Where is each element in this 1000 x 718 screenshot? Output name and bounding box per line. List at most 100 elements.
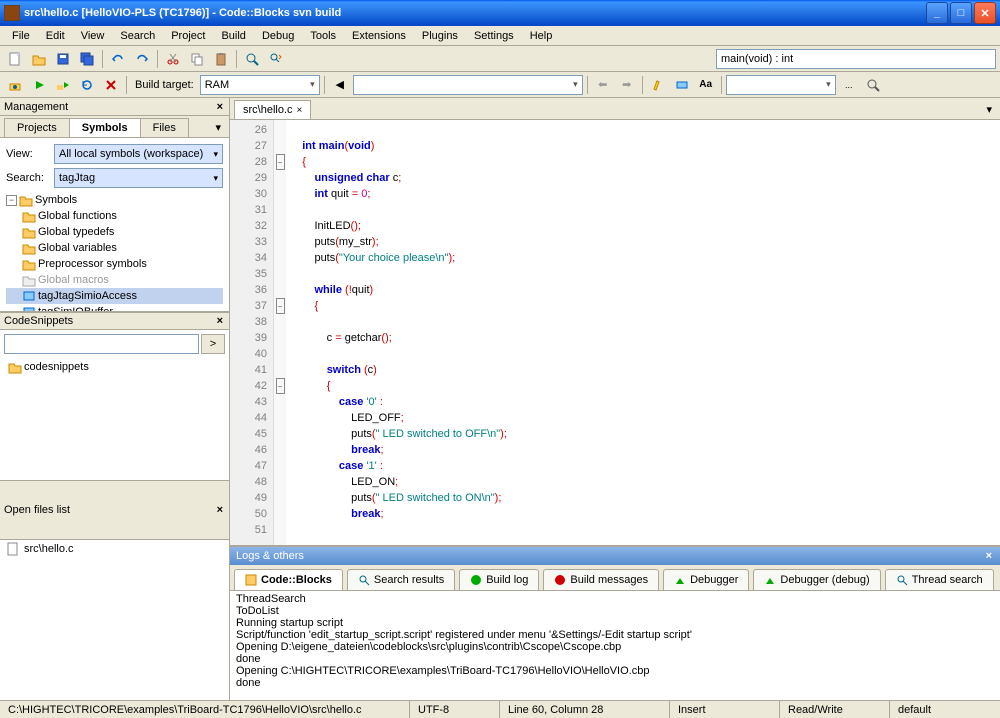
menu-project[interactable]: Project: [163, 28, 213, 44]
codesnippets-close-button[interactable]: ×: [215, 315, 225, 327]
management-title: Management: [4, 101, 215, 113]
copy-button[interactable]: [186, 48, 208, 70]
run-button[interactable]: [28, 74, 50, 96]
nav-forward-button[interactable]: ➡: [616, 74, 638, 96]
build-run-button[interactable]: [52, 74, 74, 96]
tagsimiobuffer-node[interactable]: tagSimIOBuffer: [6, 304, 223, 312]
symbol-hint-display[interactable]: [716, 49, 996, 69]
log-tab-debugger[interactable]: Debugger: [663, 569, 749, 590]
nav-dropdown[interactable]: [353, 75, 583, 95]
code-content[interactable]: int main(void) { unsigned char c; int qu…: [286, 120, 1000, 545]
editor-tab-close-button[interactable]: ×: [297, 105, 303, 116]
projects-tab[interactable]: Projects: [4, 118, 70, 137]
codesnippets-header: CodeSnippets ×: [0, 312, 229, 330]
save-all-button[interactable]: [76, 48, 98, 70]
tagjtagsimioacc-node[interactable]: tagJtagSimioAccess: [6, 288, 223, 304]
cut-button[interactable]: [162, 48, 184, 70]
symbol-search-input[interactable]: tagJtag: [54, 168, 223, 188]
menu-file[interactable]: File: [4, 28, 38, 44]
status-position: Line 60, Column 28: [500, 701, 670, 718]
case-button[interactable]: Aa: [695, 74, 717, 96]
symbol-folder[interactable]: Preprocessor symbols: [6, 256, 223, 272]
minimize-button[interactable]: _: [926, 2, 948, 24]
close-button[interactable]: ✕: [974, 2, 996, 24]
abort-button[interactable]: [100, 74, 122, 96]
logs-close-button[interactable]: ×: [984, 550, 994, 562]
view-label: View:: [6, 148, 50, 160]
log-tab-build-messages[interactable]: Build messages: [543, 569, 659, 590]
undo-button[interactable]: [107, 48, 129, 70]
fold-toggle[interactable]: −: [276, 298, 285, 314]
editor-tab-hello[interactable]: src\hello.c ×: [234, 100, 311, 119]
save-button[interactable]: [52, 48, 74, 70]
editor-tabs: src\hello.c × ▾: [230, 98, 1000, 120]
menu-extensions[interactable]: Extensions: [344, 28, 414, 44]
log-tab-build-log[interactable]: Build log: [459, 569, 539, 590]
management-tabs: Projects Symbols Files ▾: [0, 116, 229, 138]
status-insert: Insert: [670, 701, 780, 718]
fold-toggle[interactable]: −: [276, 154, 285, 170]
build-target-dropdown[interactable]: RAM: [200, 75, 320, 95]
open-button[interactable]: [28, 48, 50, 70]
editor-area: src\hello.c × ▾ 262728293031323334353637…: [230, 98, 1000, 700]
status-profile: default: [890, 701, 1000, 718]
log-tab-search-results[interactable]: Search results: [347, 569, 455, 590]
line-number-gutter: 2627282930313233343536373839404142434445…: [230, 120, 274, 545]
management-close-button[interactable]: ×: [215, 101, 225, 113]
logs-panel: Logs & others × Code::BlocksSearch resul…: [230, 545, 1000, 700]
paste-button[interactable]: [210, 48, 232, 70]
replace-button[interactable]: [265, 48, 287, 70]
log-tab-debugger-debug-[interactable]: Debugger (debug): [753, 569, 880, 590]
symbols-root-node[interactable]: − Symbols: [6, 192, 223, 208]
symbol-folder[interactable]: Global variables: [6, 240, 223, 256]
menu-plugins[interactable]: Plugins: [414, 28, 466, 44]
snippet-search-input[interactable]: [4, 334, 199, 354]
selection-button[interactable]: [671, 74, 693, 96]
maximize-button[interactable]: □: [950, 2, 972, 24]
rebuild-button[interactable]: [76, 74, 98, 96]
files-tab[interactable]: Files: [140, 118, 189, 137]
menu-debug[interactable]: Debug: [254, 28, 302, 44]
search-scope-dropdown[interactable]: [726, 75, 836, 95]
options-button[interactable]: ...: [838, 74, 860, 96]
build-button[interactable]: [4, 74, 26, 96]
view-dropdown[interactable]: All local symbols (workspace): [54, 144, 223, 164]
menu-settings[interactable]: Settings: [466, 28, 522, 44]
tab-overflow-button[interactable]: ▾: [211, 118, 225, 137]
log-tab-code-blocks[interactable]: Code::Blocks: [234, 569, 343, 590]
search-button[interactable]: [862, 74, 884, 96]
menu-view[interactable]: View: [73, 28, 113, 44]
highlight-button[interactable]: [647, 74, 669, 96]
openfiles-header: Open files list ×: [0, 480, 229, 540]
menu-help[interactable]: Help: [522, 28, 561, 44]
statusbar: C:\HIGHTEC\TRICORE\examples\TriBoard-TC1…: [0, 700, 1000, 718]
symbol-folder[interactable]: Global typedefs: [6, 224, 223, 240]
global-macros-node[interactable]: Global macros: [6, 272, 223, 288]
status-path: C:\HIGHTEC\TRICORE\examples\TriBoard-TC1…: [0, 701, 410, 718]
menu-search[interactable]: Search: [112, 28, 163, 44]
fold-toggle[interactable]: −: [276, 378, 285, 394]
open-file-item[interactable]: src\hello.c: [0, 540, 229, 558]
nav-back-button[interactable]: ⬅: [592, 74, 614, 96]
prev-button[interactable]: ◀: [329, 74, 351, 96]
status-rw: Read/Write: [780, 701, 890, 718]
build-target-label: Build target:: [131, 79, 198, 91]
editor-tab-overflow[interactable]: ▾: [982, 100, 996, 119]
menu-build[interactable]: Build: [213, 28, 253, 44]
log-tab-thread-search[interactable]: Thread search: [885, 569, 994, 590]
code-editor[interactable]: 2627282930313233343536373839404142434445…: [230, 120, 1000, 545]
find-button[interactable]: [241, 48, 263, 70]
openfiles-close-button[interactable]: ×: [215, 504, 225, 516]
symbol-folder[interactable]: Global functions: [6, 208, 223, 224]
window-titlebar: src\hello.c [HelloVIO-PLS (TC1796)] - Co…: [0, 0, 1000, 26]
logs-content[interactable]: ThreadSearchToDoListRunning startup scri…: [230, 591, 1000, 700]
menu-edit[interactable]: Edit: [38, 28, 73, 44]
logs-title: Logs & others ×: [230, 547, 1000, 565]
status-encoding: UTF-8: [410, 701, 500, 718]
symbols-tab[interactable]: Symbols: [69, 118, 141, 137]
redo-button[interactable]: [131, 48, 153, 70]
new-file-button[interactable]: [4, 48, 26, 70]
menu-tools[interactable]: Tools: [302, 28, 344, 44]
snippet-search-button[interactable]: >: [201, 334, 225, 354]
codesnippets-root[interactable]: codesnippets: [0, 358, 229, 376]
